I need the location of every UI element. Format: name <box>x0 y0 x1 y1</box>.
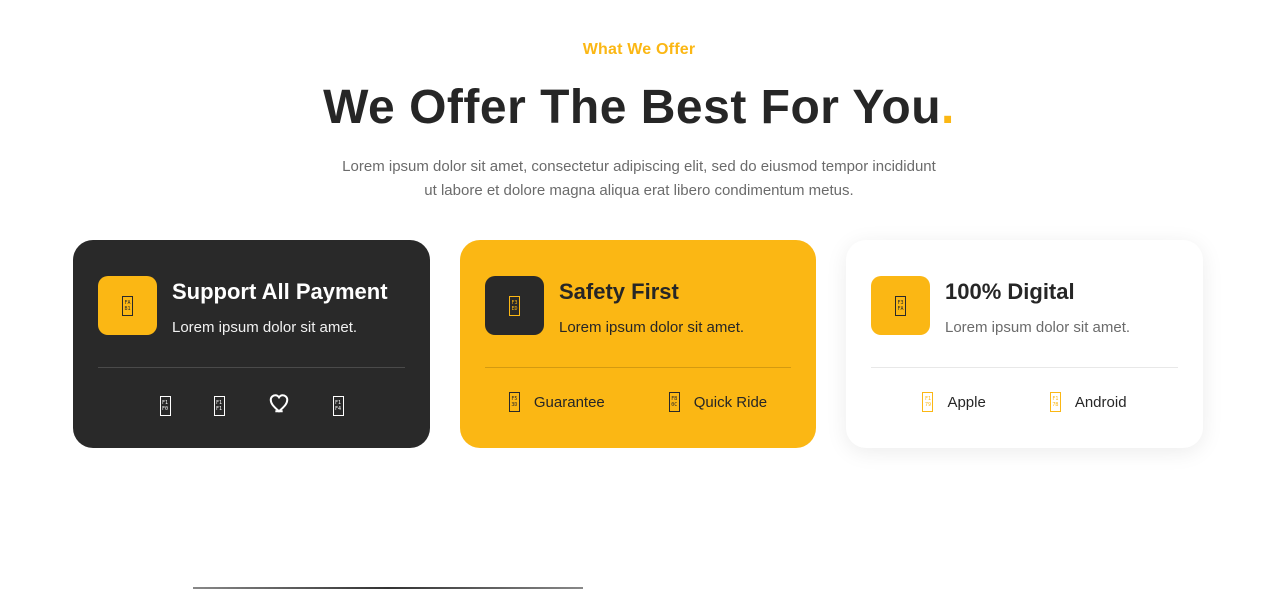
title-dot: . <box>941 81 955 134</box>
payment-icons: F1 F0 F1 F1 F1 F4 <box>73 392 430 419</box>
card-title: Safety First <box>559 279 679 304</box>
badge-icon: F5 3D <box>508 392 520 412</box>
section-eyebrow: What We Offer <box>582 41 696 58</box>
feature-label: Quick Ride <box>693 393 768 411</box>
feature-guarantee: F5 3D Guarantee <box>508 392 605 412</box>
platform-label: Android <box>1074 393 1127 411</box>
card-divider <box>485 367 791 368</box>
car-icon: FB 0C <box>668 392 680 412</box>
section-title: We Offer The Best For You. <box>0 80 1278 135</box>
feature-quick-ride: FB 0C Quick Ride <box>668 392 768 412</box>
feature-list: F5 3D Guarantee FB 0C Quick Ride <box>460 392 816 412</box>
card-divider <box>98 367 405 368</box>
platform-android[interactable]: F1 7B Android <box>1049 392 1127 412</box>
credit-card-icon: F1 F0 <box>159 395 171 416</box>
section-title-text: We Offer The Best For You <box>323 81 942 134</box>
card-text: Lorem ipsum dolor sit amet. <box>559 319 745 336</box>
section-subtitle: Lorem ipsum dolor sit amet, consectetur … <box>0 155 1278 203</box>
card-title: Support All Payment <box>172 279 388 304</box>
wallet-icon: FA B1 <box>98 276 157 335</box>
bank-icon: F1 F4 <box>332 395 344 416</box>
feature-label: Guarantee <box>533 393 605 411</box>
phone-icon: F3 FA <box>871 276 930 335</box>
card-divider <box>871 367 1178 368</box>
platform-list: F1 79 Apple F1 7B Android <box>846 392 1203 412</box>
card-100-digital: F3 FA 100% Digital Lorem ipsum dolor sit … <box>846 240 1203 448</box>
card-support-all-payment: FA B1 Support All Payment Lorem ipsum dol… <box>73 240 430 448</box>
card-title: 100% Digital <box>945 279 1075 304</box>
card-safety-first: F3 ED Safety First Lorem ipsum dolor sit … <box>460 240 816 448</box>
platform-apple[interactable]: F1 79 Apple <box>922 392 986 412</box>
shield-icon: F3 ED <box>485 276 544 335</box>
card-text: Lorem ipsum dolor sit amet. <box>172 319 358 336</box>
paypal-icon: F1 F1 <box>213 395 225 416</box>
platform-label: Apple <box>947 393 986 411</box>
heart-icon <box>268 392 290 419</box>
card-text: Lorem ipsum dolor sit amet. <box>945 319 1131 336</box>
android-icon: F1 7B <box>1049 392 1061 412</box>
apple-icon: F1 79 <box>922 392 934 412</box>
subtitle-line-2: ut labore et dolore magna aliqua erat li… <box>424 182 854 199</box>
subtitle-line-1: Lorem ipsum dolor sit amet, consectetur … <box>342 158 936 175</box>
